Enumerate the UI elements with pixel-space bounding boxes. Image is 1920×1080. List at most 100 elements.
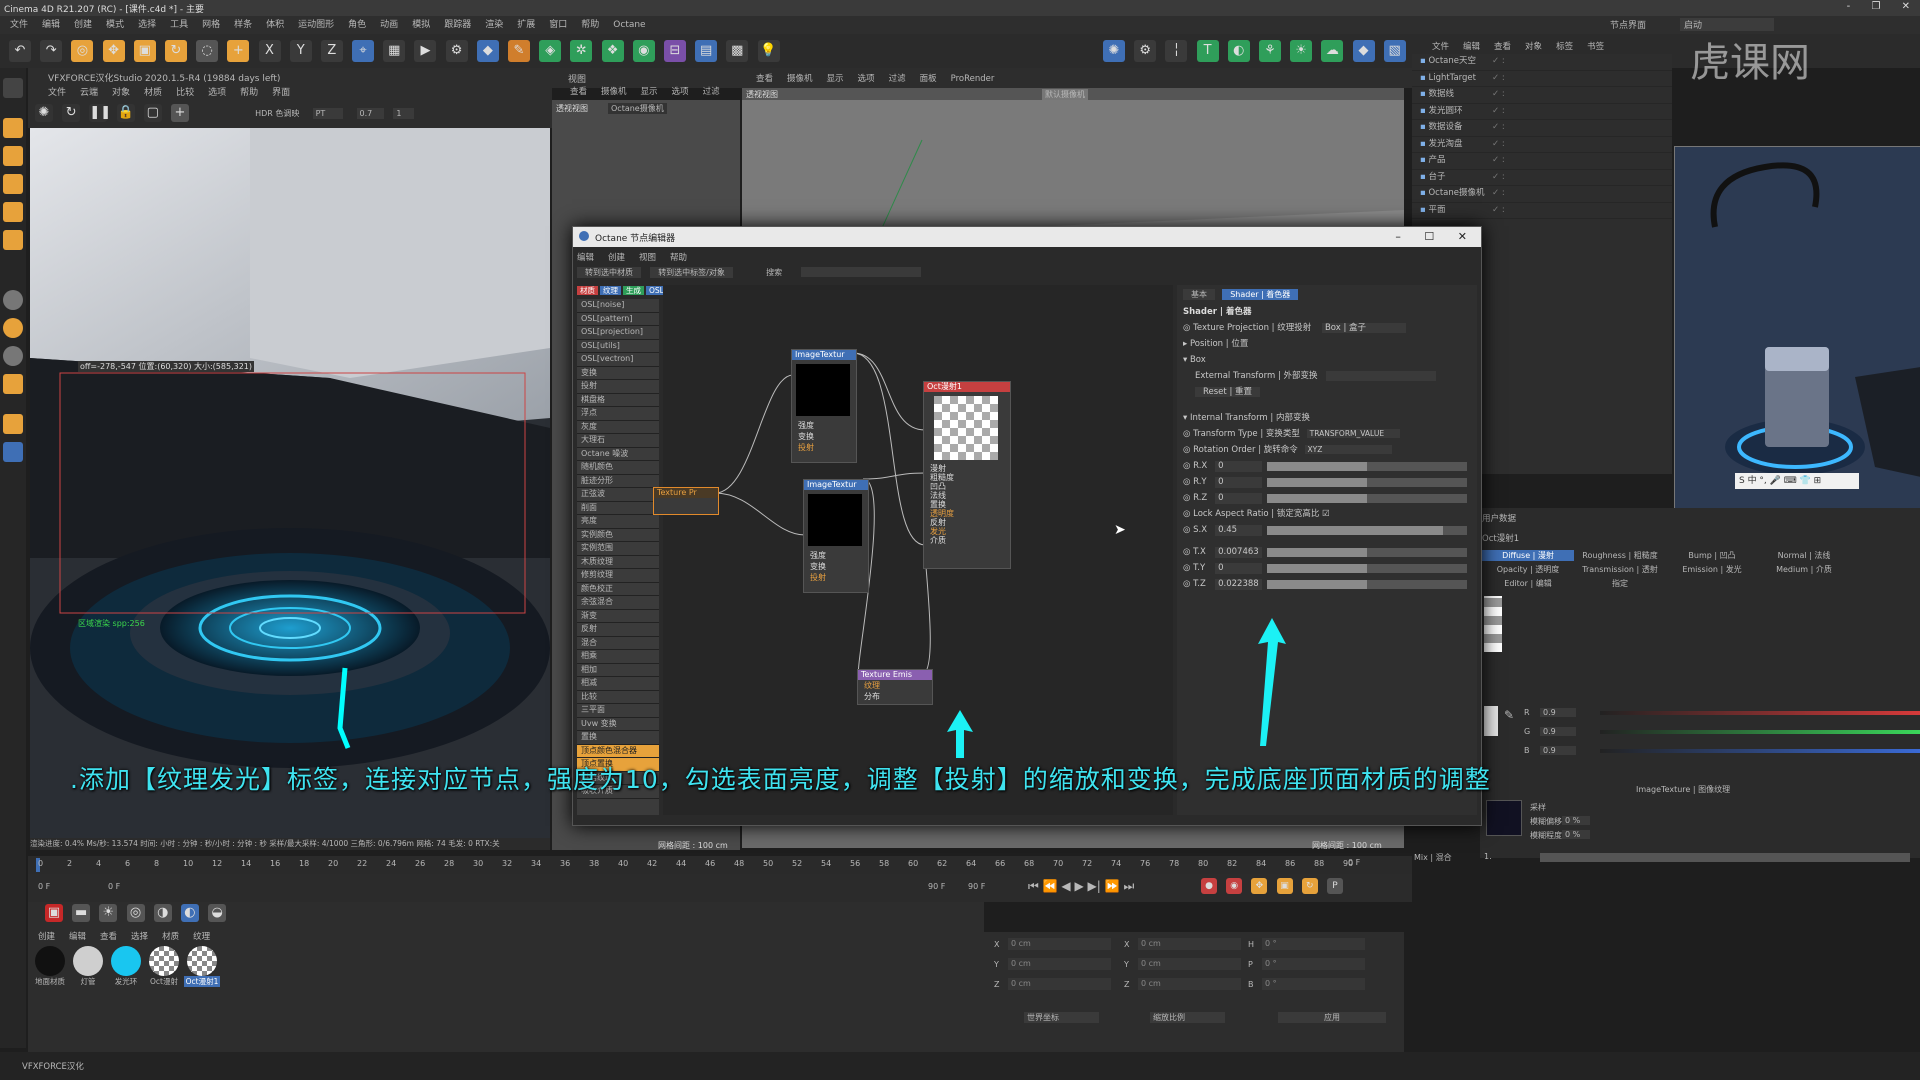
diffuse-material-node[interactable]: Oct漫射1 漫射 粗糙度 凹凸 法线 置换 透明度 反射 发光 介质 [923, 381, 1011, 569]
library-item[interactable]: 棋盘格 [577, 394, 659, 407]
transform-field-slider[interactable] [1267, 526, 1467, 535]
material-item[interactable]: 灯管 [70, 946, 106, 987]
coord-value[interactable]: 0 ° [1262, 958, 1365, 970]
snap-icon[interactable] [3, 290, 23, 310]
node-port[interactable]: 变换 [804, 561, 868, 572]
transform-field-slider[interactable] [1267, 494, 1467, 503]
library-item[interactable]: 投射 [577, 380, 659, 394]
octane-daylight-icon[interactable]: ☀ [1290, 40, 1313, 62]
rotate-icon[interactable]: ↻ [164, 40, 187, 62]
transform-field-value[interactable]: 0 [1215, 461, 1263, 472]
menu-item[interactable]: 窗口 [549, 20, 567, 30]
object-menu-item[interactable]: 书签 [1587, 42, 1604, 52]
material-item[interactable]: 发光环 [108, 946, 144, 987]
key-position-icon[interactable]: ✥ [1251, 878, 1268, 894]
library-item[interactable]: 顶点颜色混合器 [577, 744, 659, 758]
menu-item[interactable]: 跟踪器 [444, 20, 471, 30]
library-item[interactable]: 置换 [577, 731, 659, 745]
menu-item[interactable]: 动画 [380, 20, 398, 30]
object-row[interactable]: ▪ 数据设备 ✓ : [1412, 120, 1672, 137]
pen-icon[interactable]: ✎ [508, 40, 530, 62]
cube-icon[interactable]: ◆ [476, 40, 499, 62]
material-item[interactable]: Oct漫射 [146, 946, 182, 987]
library-item[interactable]: 余弦混合 [577, 596, 659, 610]
node-category-tab[interactable]: 材质 [577, 286, 598, 295]
sun-icon[interactable]: ☀ [99, 904, 118, 922]
region-active-icon[interactable]: + [170, 104, 189, 122]
material-manager-menu-item[interactable]: 编辑 [69, 932, 86, 942]
viewport-menu-item[interactable]: ProRender [951, 74, 995, 84]
transform-field-row[interactable]: ◎ T.Y 0 [1177, 560, 1477, 576]
node-port[interactable]: 漫射 [924, 464, 1010, 473]
library-item[interactable]: 实例范围 [577, 542, 659, 556]
rotation-order-select[interactable]: XYZ [1304, 445, 1393, 454]
rgb-value[interactable]: 0.9 [1540, 708, 1576, 717]
object-name[interactable]: Octane天空 [1428, 56, 1476, 66]
external-transform-row[interactable]: External Transform | 外部变换 [1177, 368, 1477, 384]
scale-icon[interactable]: ▣ [133, 40, 156, 62]
library-item[interactable]: 正弦波 [577, 488, 659, 502]
library-item[interactable]: 浮点 [577, 407, 659, 421]
coord-value[interactable]: 0 cm [1008, 938, 1111, 950]
rotation-order-row[interactable]: ◎ Rotation Order | 旋转命令 XYZ [1177, 442, 1477, 458]
object-menu-item[interactable]: 编辑 [1463, 42, 1480, 52]
viewport-menu-item[interactable]: 选项 [672, 87, 689, 97]
transform-field-row[interactable]: ◎ S.X 0.45 [1177, 522, 1477, 538]
make-editable-icon[interactable] [3, 78, 23, 98]
lock-aspect-checkbox[interactable]: ☑ [1319, 509, 1330, 519]
texture-emission-node[interactable]: Texture Emis 纹理 分布 [857, 669, 933, 705]
transform-field-slider[interactable] [1267, 580, 1467, 589]
workplane-icon[interactable] [3, 442, 23, 462]
library-item[interactable]: 变换 [577, 367, 659, 380]
material-tab[interactable]: Bump | 凹凸 [1666, 550, 1758, 561]
octane-volume-icon[interactable]: ▧ [1383, 40, 1406, 62]
object-name[interactable]: 数据线 [1428, 89, 1454, 99]
pause-render-icon[interactable]: ❚❚ [89, 104, 111, 122]
viewport-menu-item[interactable]: 选项 [858, 74, 875, 84]
object-name[interactable]: 发光圆环 [1428, 106, 1462, 116]
scene-icon[interactable]: ⊟ [663, 40, 686, 62]
viewport-menu-item[interactable]: 摄像机 [601, 87, 627, 97]
texture-projection-value[interactable]: Box | 盒子 [1321, 323, 1407, 333]
object-row[interactable]: ▪ 平面 ✓ : [1412, 203, 1672, 219]
node-editor-minimize-button[interactable]: – [1395, 230, 1401, 243]
render-settings-icon[interactable]: ⚙ [445, 40, 468, 62]
object-name[interactable]: LightTarget [1428, 73, 1476, 83]
image-texture-node-1[interactable]: ImageTextur 强度 变换 投射 [791, 349, 857, 463]
prev-key-icon[interactable]: ⏪ [1043, 879, 1058, 893]
half-sphere-icon[interactable]: ◒ [208, 904, 227, 922]
transform-type-select[interactable]: TRANSFORM_VALUE [1306, 429, 1401, 438]
viewport-menu-item[interactable]: 过滤 [889, 74, 906, 84]
material-manager-menu-item[interactable]: 材质 [162, 932, 179, 942]
menu-item[interactable]: 模拟 [412, 20, 430, 30]
node-category-tab[interactable]: 纹理 [600, 286, 621, 295]
blur-scale-field[interactable]: 0 % [1562, 830, 1591, 839]
library-item[interactable]: 比较 [577, 691, 659, 704]
visibility-icon[interactable]: ✓ : [1492, 71, 1505, 87]
auto-key-icon[interactable]: ◉ [1226, 878, 1243, 894]
menu-item[interactable]: 渲染 [485, 20, 503, 30]
octane-text-icon[interactable]: T [1196, 40, 1219, 62]
prev-frame-icon[interactable]: ◀ [1061, 879, 1070, 893]
library-item[interactable]: 木质纹理 [577, 556, 659, 569]
start-frame[interactable]: 0 F [108, 882, 120, 891]
floor-icon[interactable]: ▤ [695, 40, 718, 62]
reset-button[interactable]: Reset | 重置 [1195, 387, 1261, 397]
goto-selected-material-button[interactable]: 转到选中材质 [577, 267, 641, 278]
transform-field-row[interactable]: ◎ T.Z 0.022388 [1177, 576, 1477, 592]
mix-slider[interactable] [1540, 853, 1910, 862]
transform-field-slider[interactable] [1267, 548, 1467, 557]
menu-item[interactable]: 角色 [348, 20, 366, 30]
library-item[interactable]: OSL[utils] [577, 340, 659, 353]
visibility-icon[interactable]: ✓ : [1492, 120, 1505, 136]
end-frame-2[interactable]: 90 F [968, 882, 985, 891]
scale-mode-select[interactable]: 缩放比例 [1150, 1012, 1225, 1023]
color-swatch[interactable] [1484, 706, 1498, 736]
node-port[interactable]: 凹凸 [924, 482, 1010, 491]
octane-fog-icon[interactable]: ☁ [1321, 40, 1344, 62]
visibility-icon[interactable]: ✓ : [1492, 137, 1505, 153]
restart-render-icon[interactable]: ↻ [62, 104, 81, 122]
octane-menu-item[interactable]: 比较 [176, 88, 194, 98]
library-item[interactable]: OSL[pattern] [577, 313, 659, 326]
rgb-slider[interactable] [1600, 749, 1920, 753]
